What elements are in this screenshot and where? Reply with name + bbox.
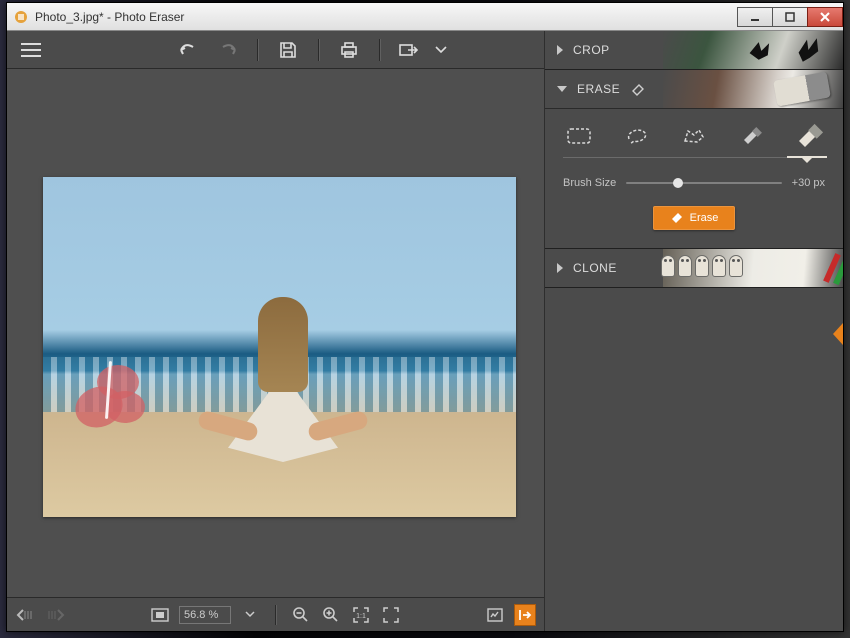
photo-subject	[228, 297, 338, 482]
brush-large-tool-icon[interactable]	[795, 125, 823, 147]
redo-icon[interactable]	[213, 38, 241, 62]
side-export-icon[interactable]	[514, 604, 536, 626]
eraser-icon	[630, 82, 646, 97]
canvas-area[interactable]	[7, 69, 544, 597]
main-toolbar	[7, 31, 544, 69]
photo-canvas[interactable]	[43, 177, 516, 517]
actual-size-icon[interactable]: 1:1	[350, 604, 372, 626]
zoom-dropdown-icon[interactable]	[239, 604, 261, 626]
history-forward-icon[interactable]	[45, 604, 67, 626]
side-panel: CROP ERASE	[545, 31, 843, 631]
panel-header-clone[interactable]: CLONE	[545, 249, 843, 287]
clone-decor	[663, 249, 843, 287]
window-title: Photo_3.jpg* - Photo Eraser	[35, 10, 738, 24]
undo-icon[interactable]	[175, 38, 203, 62]
eraser-icon	[670, 211, 684, 225]
app-icon	[13, 9, 29, 25]
erase-tool-row	[563, 121, 825, 158]
chevron-down-icon	[557, 86, 567, 92]
erase-selection-mark[interactable]	[71, 365, 151, 433]
lasso-select-tool-icon[interactable]	[623, 125, 651, 147]
zoom-in-icon[interactable]	[320, 604, 342, 626]
polygon-select-tool-icon[interactable]	[680, 125, 708, 147]
erase-button[interactable]: Erase	[653, 206, 735, 230]
brush-small-tool-icon[interactable]	[738, 125, 766, 147]
maximize-button[interactable]	[772, 7, 808, 27]
print-icon[interactable]	[335, 38, 363, 62]
export-icon[interactable]	[396, 38, 424, 62]
active-tool-indicator	[787, 156, 827, 158]
crop-decor	[663, 31, 843, 69]
chevron-right-icon	[557, 263, 563, 273]
brush-size-slider[interactable]	[626, 176, 781, 190]
panel-collapse-tab-icon[interactable]	[833, 323, 843, 345]
svg-text:1:1: 1:1	[356, 613, 366, 620]
panel-header-erase[interactable]: ERASE	[545, 70, 843, 108]
history-back-icon[interactable]	[15, 604, 37, 626]
close-button[interactable]	[807, 7, 843, 27]
fullscreen-icon[interactable]	[380, 604, 402, 626]
chevron-right-icon	[557, 45, 563, 55]
export-dropdown-icon[interactable]	[434, 38, 448, 62]
titlebar: Photo_3.jpg* - Photo Eraser	[7, 3, 843, 31]
minimize-button[interactable]	[737, 7, 773, 27]
brush-size-value: +30 px	[792, 177, 825, 189]
panel-label: CLONE	[573, 261, 617, 275]
erase-decor	[663, 70, 843, 108]
compare-icon[interactable]	[484, 604, 506, 626]
fit-screen-icon[interactable]	[149, 604, 171, 626]
zoom-out-icon[interactable]	[290, 604, 312, 626]
erase-panel-body: Brush Size +30 px Erase	[545, 108, 843, 248]
panel-label: ERASE	[577, 82, 620, 96]
save-icon[interactable]	[274, 38, 302, 62]
panel-label: CROP	[573, 43, 610, 57]
hamburger-menu-icon[interactable]	[17, 38, 45, 62]
rect-select-tool-icon[interactable]	[565, 125, 593, 147]
panel-header-crop[interactable]: CROP	[545, 31, 843, 69]
zoom-input[interactable]	[179, 606, 231, 624]
erase-button-label: Erase	[690, 212, 719, 224]
brush-size-label: Brush Size	[563, 177, 616, 189]
status-bar: 1:1	[7, 597, 544, 631]
app-window: Photo_3.jpg* - Photo Eraser	[6, 2, 844, 632]
